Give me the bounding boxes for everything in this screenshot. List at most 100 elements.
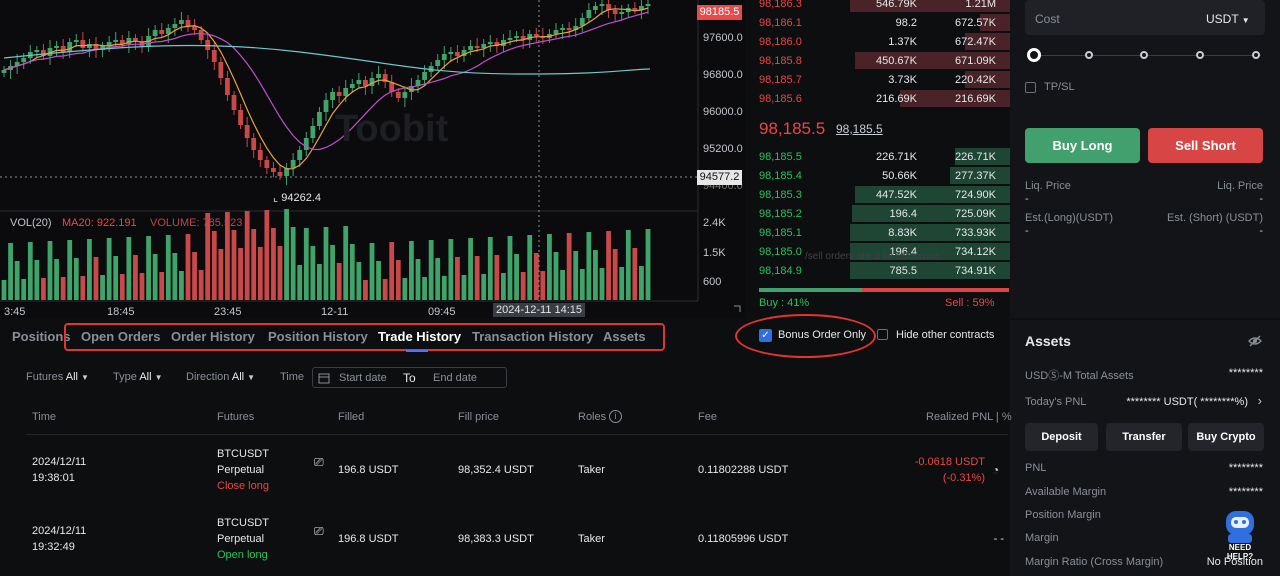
bid-total: 733.93K (955, 227, 996, 239)
y-axis-label: 95200.0 (703, 143, 743, 155)
volume-bar (317, 264, 322, 300)
bid-row[interactable]: 98,185.4 50.66K 277.37K (745, 167, 1010, 186)
ask-price: 98,186.1 (759, 17, 802, 29)
volume-bar (474, 256, 480, 300)
volume-bar (625, 230, 631, 300)
candle-body (533, 34, 539, 36)
candle-body (218, 62, 224, 78)
header-futures: Futures (217, 411, 255, 423)
start-date-input[interactable]: Start date (339, 372, 387, 384)
volume-title: VOL(20) (10, 217, 52, 229)
end-date-input[interactable]: End date (433, 372, 477, 384)
ask-row[interactable]: 98,186.1 98.2 672.57K (745, 14, 1010, 33)
tab-order-history[interactable]: Order History (171, 329, 255, 344)
share-icon[interactable]: ◔ (992, 463, 999, 477)
tab-open-orders[interactable]: Open Orders (81, 329, 160, 344)
bid-row[interactable]: 98,185.5 226.71K 226.71K (745, 148, 1010, 167)
slider-handle[interactable] (1027, 48, 1041, 62)
ask-qty: 3.73K (888, 74, 917, 86)
ask-row[interactable]: 98,185.7 3.73K 220.42K (745, 71, 1010, 90)
volume-bar (481, 274, 487, 300)
candle-body (297, 150, 303, 160)
est-short-label: Est. (Short) (USDT) (1167, 212, 1263, 224)
bid-row[interactable]: 98,185.1 8.83K 733.93K (745, 224, 1010, 243)
tab-assets[interactable]: Assets (603, 329, 646, 344)
bid-qty: 8.83K (888, 227, 917, 239)
ask-row[interactable]: 98,185.6 216.69K 216.69K (745, 90, 1010, 109)
slider-stop[interactable] (1196, 51, 1204, 59)
ticket-icon[interactable]: ⎚ (314, 455, 324, 470)
bid-row[interactable]: 98,184.9 785.5 734.91K (745, 262, 1010, 281)
candle-body (349, 84, 355, 88)
date-range-picker[interactable]: Start date To End date (312, 367, 507, 388)
volume-bar (41, 278, 46, 300)
margin-ratio-label: Margin Ratio (Cross Margin) (1025, 556, 1164, 568)
volume-bar (100, 275, 105, 300)
bid-row[interactable]: 98,185.3 447.52K 724.90K (745, 186, 1010, 205)
vol-axis-label: 2.4K (703, 217, 726, 229)
info-icon[interactable]: i (609, 410, 622, 423)
futures-filter[interactable]: Futures All ▼ (26, 371, 89, 383)
slider-stop[interactable] (1085, 51, 1093, 59)
eye-slash-icon[interactable] (1248, 335, 1262, 347)
volume-bar (448, 239, 454, 300)
volume-bar (159, 272, 165, 300)
candle-body (468, 46, 473, 50)
candle-body (80, 40, 86, 48)
type-filter[interactable]: Type All ▼ (113, 371, 163, 383)
hide-other-checkbox[interactable] (877, 329, 888, 340)
tab-position-history[interactable]: Position History (268, 329, 368, 344)
ticket-icon[interactable]: ⎚ (314, 524, 324, 539)
order-panel: Cost USDT ▼ TP/SL Buy Long Sell Short Li… (1010, 0, 1280, 318)
candle-body (317, 112, 322, 126)
tab-trade-history[interactable]: Trade History (378, 329, 461, 344)
candle-body (323, 100, 329, 112)
slider-stop[interactable] (1140, 51, 1148, 59)
type-filter-label: Type (113, 371, 137, 383)
trade-fill-price: 98,383.3 USDT (458, 533, 534, 545)
candle-body (159, 30, 165, 34)
volume-bar (533, 253, 539, 300)
transfer-button[interactable]: Transfer (1106, 423, 1182, 451)
bid-total: 226.71K (955, 151, 996, 163)
todays-pnl-value: ******** USDT( ********%) (1126, 396, 1248, 408)
volume-bar (244, 211, 250, 300)
caret-down-icon: ▼ (247, 373, 256, 382)
volume-bar (553, 252, 559, 300)
bid-row[interactable]: 98,185.2 196.4 725.09K (745, 205, 1010, 224)
buy-long-button[interactable]: Buy Long (1025, 128, 1140, 163)
resize-handle-icon[interactable] (734, 305, 741, 312)
volume-bar (428, 240, 434, 300)
ask-row[interactable]: 98,185.8 450.67K 671.09K (745, 52, 1010, 71)
tpsl-checkbox[interactable] (1025, 82, 1036, 93)
chevron-right-icon[interactable]: › (1258, 393, 1262, 408)
direction-filter-value: All (231, 371, 245, 383)
header-fill-price: Fill price (458, 411, 499, 423)
help-robot-button[interactable]: NEED HELP? (1218, 509, 1262, 561)
ask-row[interactable]: 98,186.3 546.79K 1.21M (745, 0, 1010, 14)
volume-bar (14, 261, 20, 300)
trade-time: 19:32:49 (32, 541, 75, 553)
volume-bar (593, 250, 598, 300)
volume-bar (586, 232, 592, 300)
candle-body (395, 92, 401, 98)
sell-short-button[interactable]: Sell Short (1148, 128, 1263, 163)
candlestick-chart-canvas[interactable] (0, 0, 745, 318)
trade-date: 2024/12/11 (32, 525, 87, 537)
tab-transaction-history[interactable]: Transaction History (472, 329, 593, 344)
candle-body (251, 138, 257, 150)
deposit-button[interactable]: Deposit (1025, 423, 1098, 451)
ask-price: 98,185.6 (759, 93, 802, 105)
tab-positions[interactable]: Positions (12, 329, 71, 344)
buy-crypto-button[interactable]: Buy Crypto (1188, 423, 1264, 451)
candle-body (73, 40, 79, 42)
bonus-order-checkbox[interactable]: ✓ (759, 329, 772, 342)
slider-stop[interactable] (1252, 51, 1260, 59)
ask-row[interactable]: 98,186.0 1.37K 672.47K (745, 33, 1010, 52)
price-chart[interactable]: 97600.0 96800.0 96000.0 95200.0 94400.0 … (0, 0, 745, 318)
cost-unit-select[interactable]: USDT ▼ (1206, 12, 1250, 26)
trade-pnl: -0.0618 USDT (914, 456, 985, 468)
volume-bar (415, 259, 421, 300)
mark-price[interactable]: 98,185.5 (836, 122, 883, 136)
direction-filter[interactable]: Direction All ▼ (186, 371, 255, 383)
